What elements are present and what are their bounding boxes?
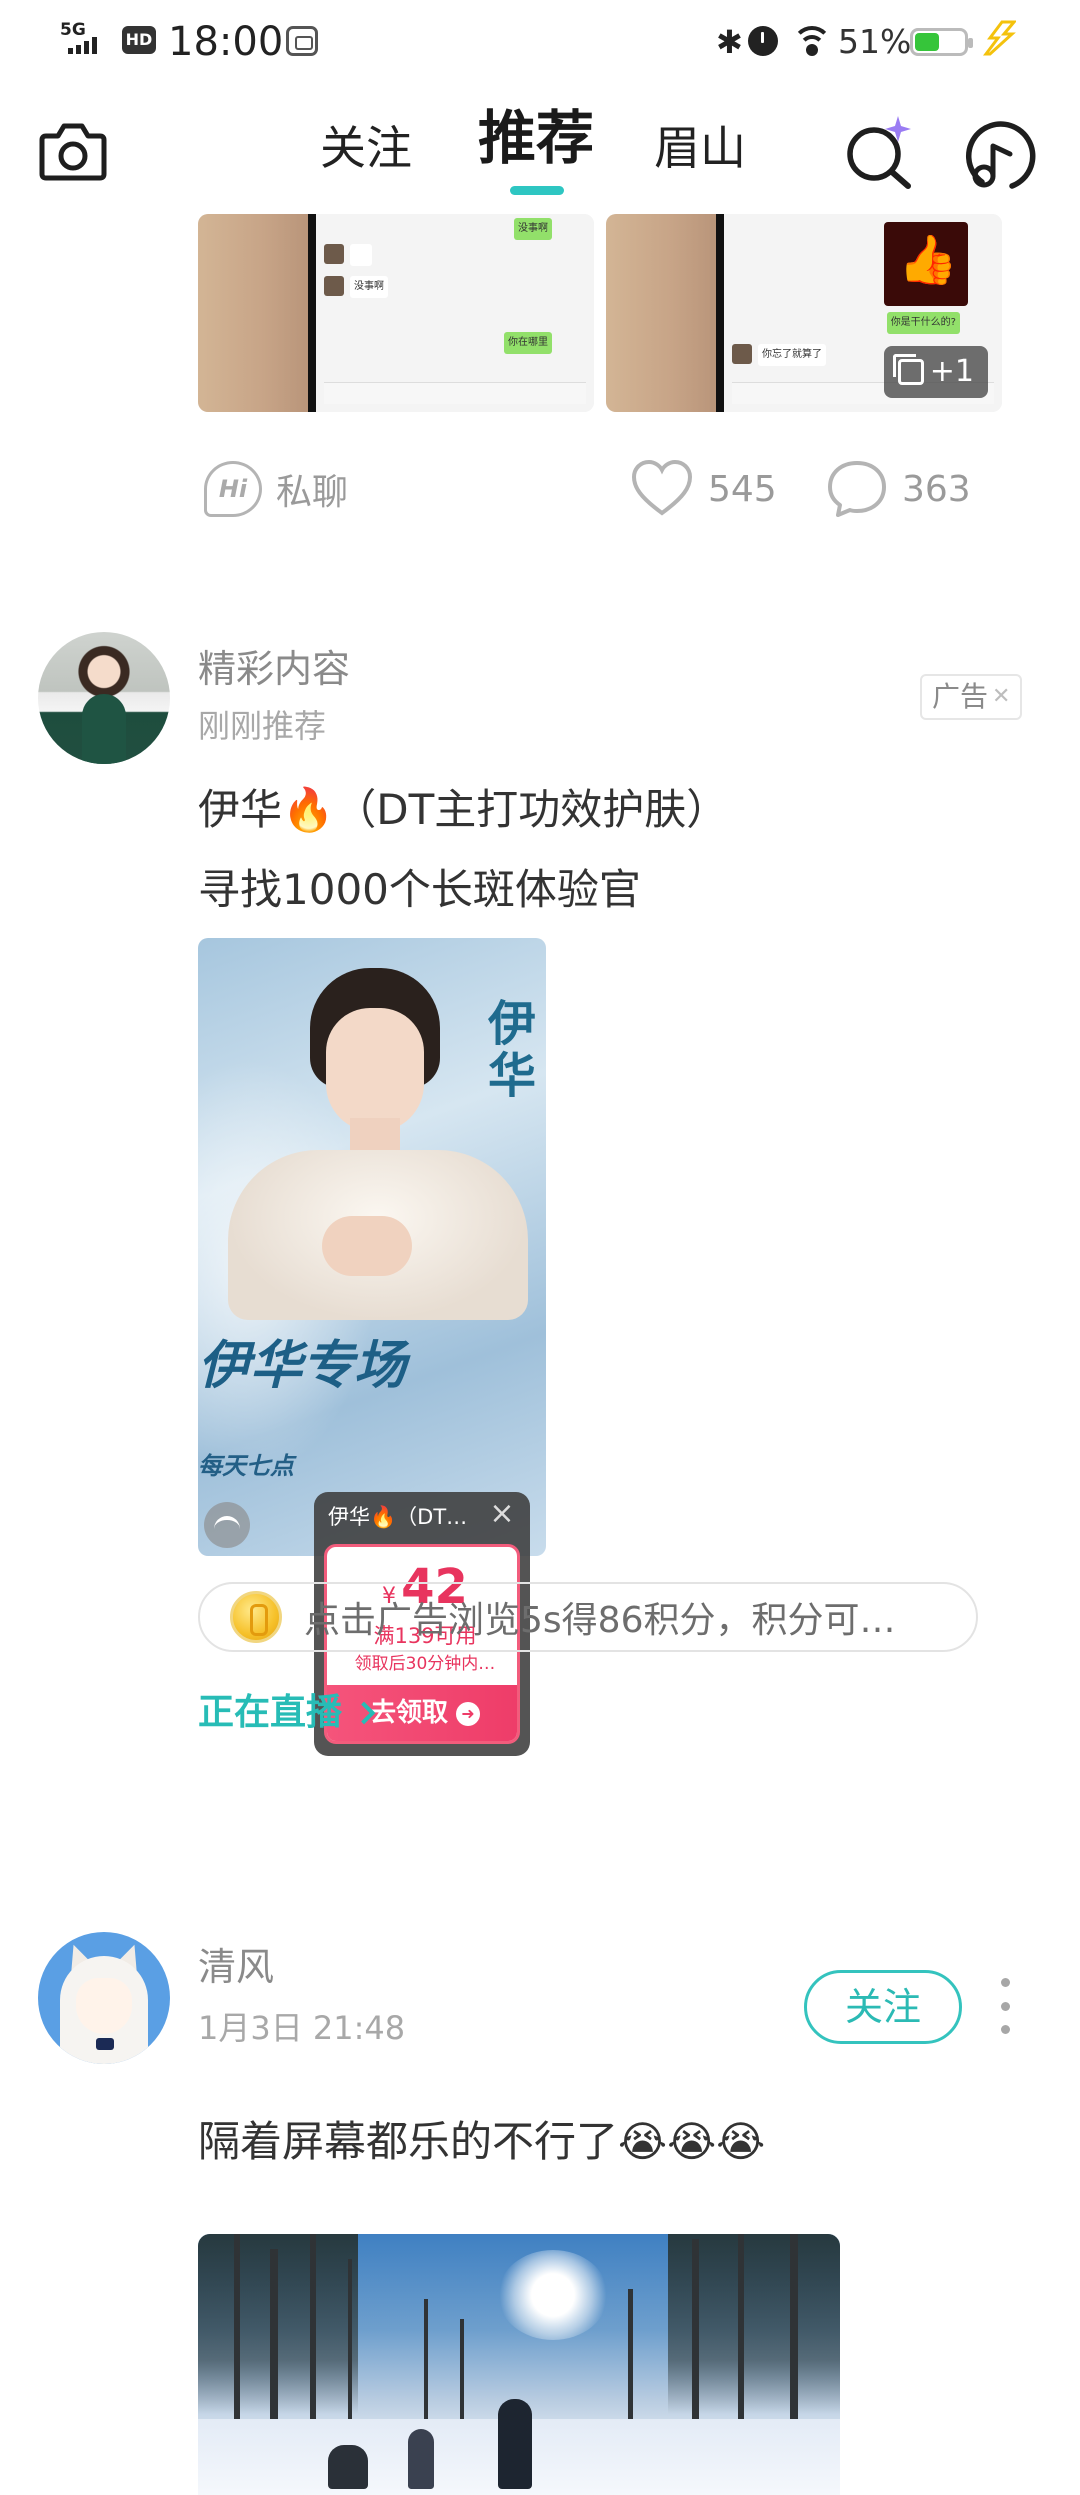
- ad-image[interactable]: 伊华 伊华专场 每天七点: [198, 938, 546, 1556]
- close-icon[interactable]: ✕: [992, 676, 1010, 718]
- app-notification-icon: [286, 26, 318, 56]
- ai-search-icon[interactable]: [842, 114, 922, 190]
- follow-button[interactable]: 关注: [804, 1970, 962, 2044]
- music-circle-icon[interactable]: [960, 120, 1040, 194]
- bluetooth-icon: ✱: [716, 23, 743, 61]
- watermark-logo-icon: [204, 1502, 250, 1548]
- post-author[interactable]: 清风: [198, 1942, 274, 1992]
- comment-count: 363: [902, 468, 971, 510]
- live-now-link[interactable]: 正在直播: [198, 1688, 376, 1738]
- more-options-icon[interactable]: [998, 1978, 1012, 2034]
- image-stack-icon: [892, 354, 924, 385]
- coupon-title: 伊华🔥（DT…: [328, 1505, 468, 1529]
- like-button[interactable]: 545: [630, 454, 777, 524]
- cellular-signal-icon: 5G: [60, 22, 112, 58]
- post-text-line-1: 伊华🔥（DT主打功效护肤）: [198, 785, 729, 834]
- comment-icon: [828, 461, 886, 517]
- post-actions: Hi 私聊 545 363: [0, 454, 1080, 534]
- avatar[interactable]: [38, 1932, 170, 2064]
- tab-following[interactable]: 关注: [320, 116, 412, 180]
- wifi-icon: [790, 22, 834, 58]
- avatar[interactable]: [38, 632, 170, 764]
- image-banner-text: 伊华专场: [198, 1336, 407, 1396]
- clock: 18:00: [168, 19, 284, 65]
- feed[interactable]: 没事啊 没事啊 你在哪里 你是干什么的? 你忘了就算了 +1 Hi 私聊: [0, 214, 1080, 2495]
- image-banner-subtext: 每天七点: [198, 1452, 294, 1480]
- camera-icon[interactable]: [38, 120, 108, 182]
- image-brand-text: 伊华: [488, 996, 537, 1104]
- comment-button[interactable]: 363: [826, 454, 971, 524]
- charging-bolt-icon: [983, 20, 1016, 56]
- coin-icon: [230, 1591, 282, 1643]
- status-bar: 5G HD 18:00 ✱ 51%: [0, 0, 1080, 84]
- like-count: 545: [708, 468, 777, 510]
- post-author[interactable]: 精彩内容: [198, 644, 350, 694]
- thumbs-up-image: [884, 222, 968, 306]
- more-images-badge: +1: [883, 346, 988, 398]
- hd-voice-icon: HD: [122, 26, 156, 54]
- points-reward-bar[interactable]: 点击广告浏览5s得86积分，积分可…: [198, 1582, 978, 1652]
- post-image-1[interactable]: 没事啊 没事啊 你在哪里: [198, 214, 594, 412]
- battery-icon: [910, 28, 973, 56]
- tab-local-meishan[interactable]: 眉山: [654, 116, 746, 180]
- close-icon[interactable]: ×: [488, 1499, 516, 1529]
- post-timestamp: 1月3日 21:48: [198, 2009, 406, 2047]
- post-subtitle: 刚刚推荐: [198, 707, 327, 745]
- post-image-2[interactable]: 你是干什么的? 你忘了就算了 +1: [606, 214, 1002, 412]
- chat-avatar: [324, 244, 344, 264]
- post-text: 隔着屏幕都乐的不行了😭😭😭: [198, 2117, 766, 2166]
- top-navigation: 关注 推荐 眉山: [0, 84, 1080, 214]
- battery-percent: 51%: [838, 22, 912, 61]
- tab-recommended[interactable]: 推荐: [478, 106, 594, 170]
- chat-avatar: [732, 344, 752, 364]
- chevron-right-icon: [352, 1701, 376, 1725]
- chat-avatar: [324, 276, 344, 296]
- heart-icon: [631, 459, 693, 516]
- private-chat-button[interactable]: Hi 私聊: [204, 454, 348, 524]
- hi-chat-icon: Hi: [204, 461, 262, 517]
- active-tab-indicator: [510, 186, 564, 195]
- alarm-icon: [748, 26, 778, 56]
- coupon-validity: 领取后30分钟内…: [354, 1654, 496, 1674]
- ad-label[interactable]: 广告 ✕: [920, 674, 1023, 720]
- arrow-right-icon: ➜: [456, 1701, 480, 1726]
- post-text-line-2: 寻找1000个长斑体验官: [198, 865, 641, 914]
- post-video-thumbnail[interactable]: [198, 2234, 840, 2495]
